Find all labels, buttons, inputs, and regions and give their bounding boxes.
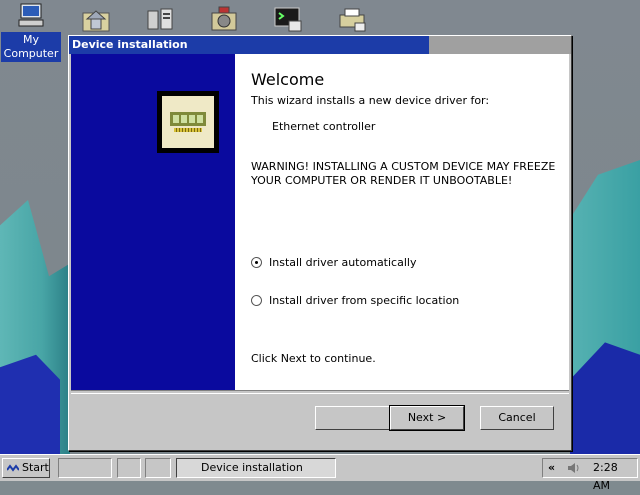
dialog-separator	[71, 390, 569, 394]
footer-hint: Click Next to continue.	[251, 352, 376, 365]
devices-icon[interactable]	[145, 5, 175, 33]
terminal-icon[interactable]	[273, 5, 303, 33]
quicklaunch-slot[interactable]	[117, 458, 141, 478]
network-card-icon	[157, 91, 219, 153]
cancel-button[interactable]: Cancel	[480, 406, 554, 430]
computer-icon	[18, 3, 44, 27]
tray-expand-icon[interactable]: «	[548, 459, 555, 477]
device-installation-dialog: Device installation Welcome This wizard …	[68, 35, 572, 451]
start-button[interactable]: Start	[2, 458, 50, 478]
dialog-titlebar[interactable]: Device installation	[69, 36, 429, 54]
tray-clock[interactable]: 2:28 AM	[593, 459, 637, 495]
wizard-heading: Welcome	[251, 70, 325, 89]
device-name: Ethernet controller	[272, 120, 376, 133]
system-tray: « 2:28 AM	[542, 458, 638, 492]
wizard-side-panel	[71, 54, 235, 390]
radio-label-install-from-location[interactable]: Install driver from specific location	[269, 294, 459, 307]
back-button-disabled	[315, 406, 391, 430]
printer-icon[interactable]	[337, 5, 367, 33]
home-folder-icon[interactable]	[81, 5, 111, 33]
dialog-title: Device installation	[72, 38, 188, 51]
quicklaunch-slot-2[interactable]	[145, 458, 171, 478]
volume-icon[interactable]	[567, 462, 581, 474]
wizard-intro-text: This wizard installs a new device driver…	[251, 94, 490, 107]
start-label: Start	[22, 461, 49, 474]
taskbar-task-device-installation[interactable]: Device installation	[176, 458, 336, 478]
quicklaunch-area[interactable]	[58, 458, 112, 478]
radio-install-automatically[interactable]	[251, 257, 262, 268]
wizard-content: Welcome This wizard installs a new devic…	[235, 54, 569, 390]
radio-label-install-automatically[interactable]: Install driver automatically	[269, 256, 416, 269]
radio-install-from-location[interactable]	[251, 295, 262, 306]
next-button[interactable]: Next >	[389, 405, 465, 431]
my-computer-label: My Computer	[1, 32, 61, 62]
warning-text-line1: WARNING! INSTALLING A CUSTOM DEVICE MAY …	[251, 160, 556, 173]
taskbar: Start Device installation « 2:28 AM	[0, 454, 640, 492]
my-computer-desktop-icon[interactable]: My Computer	[1, 2, 61, 62]
disk-tools-icon[interactable]	[209, 5, 239, 33]
start-logo-icon	[7, 464, 19, 472]
dialog-titlebar-gradient[interactable]	[429, 36, 571, 54]
warning-text-line2: YOUR COMPUTER OR RENDER IT UNBOOTABLE!	[251, 174, 513, 187]
